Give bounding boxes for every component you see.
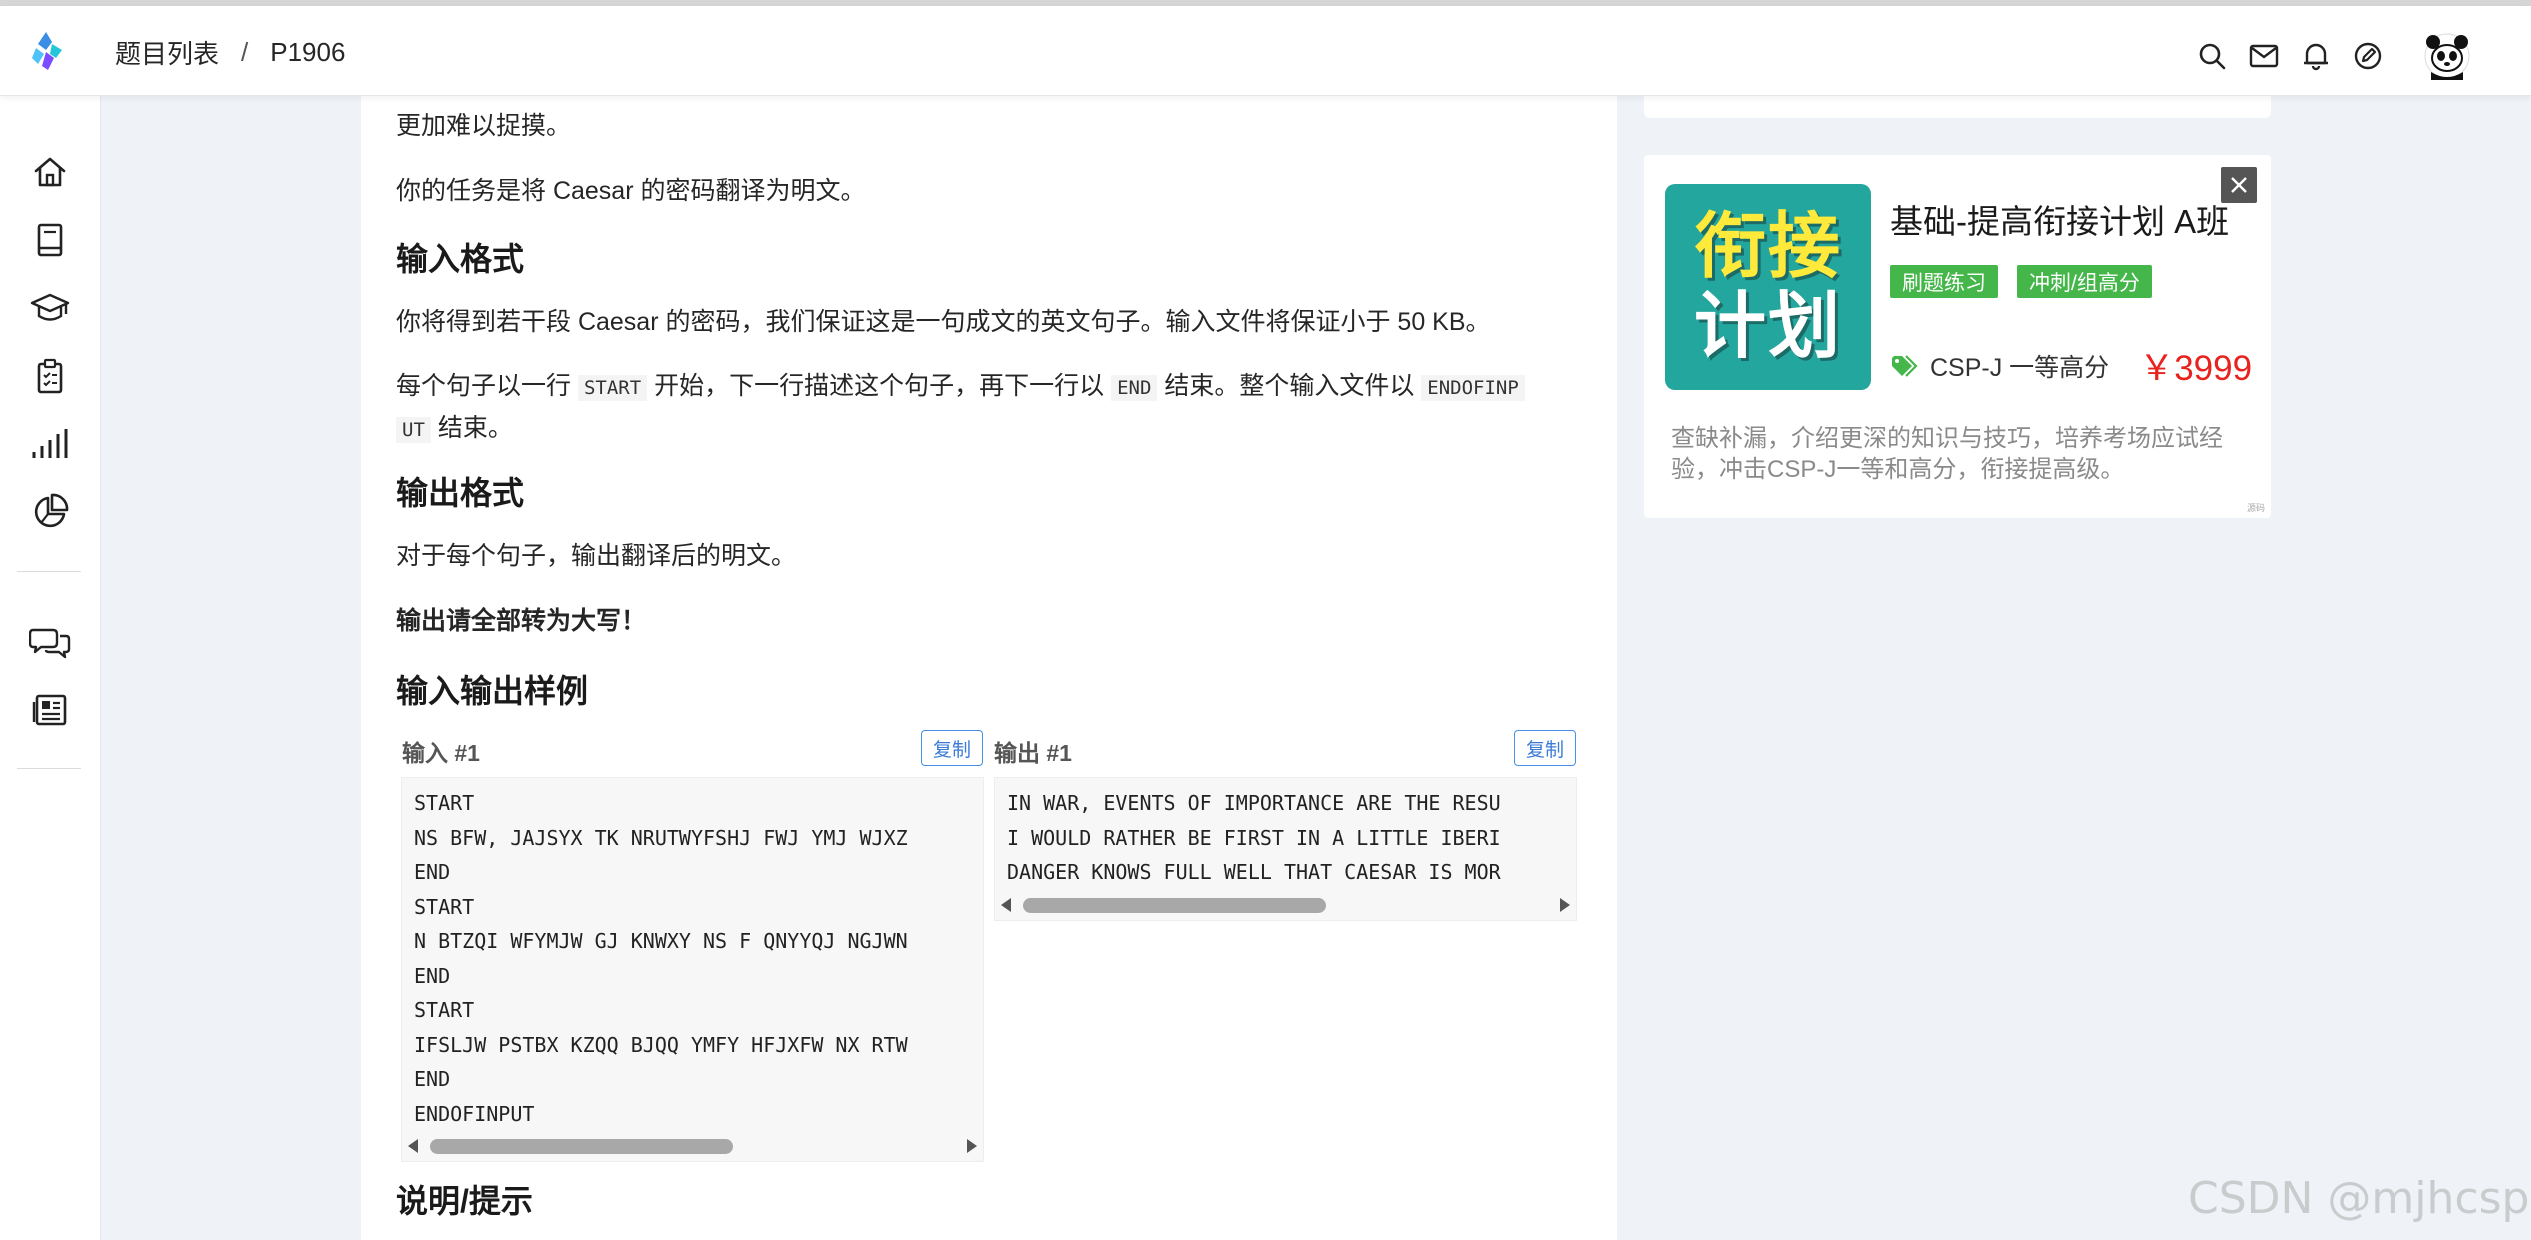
sample-output-text: IN WAR, EVENTS OF IMPORTANCE ARE THE RES… [1007,791,1501,884]
top-navbar: 题目列表 / P1906 [0,6,2531,96]
input-format-paragraph-1: 你将得到若干段 Caesar 的密码，我们保证这是一句成文的英文句子。输入文件将… [396,308,1491,336]
breadcrumb-problem-list[interactable]: 题目列表 [115,34,219,71]
breadcrumb-problem-id: P1906 [270,37,346,67]
ad-description: 查缺补漏，介绍更深的知识与技巧，培养考场应试经验，冲击CSP-J一等和高分，衔接… [1671,425,2223,483]
breadcrumb: 题目列表 / P1906 [115,34,345,71]
ad-tag-sprint: 冲刺/组高分 [2017,265,2152,298]
close-icon[interactable] [2221,167,2257,203]
code-endofinput-part1: ENDOFINP [1421,375,1525,401]
scroll-thumb[interactable] [1023,898,1326,913]
hint-heading: 说明/提示 [396,1183,533,1219]
right-card-bottom-edge [1644,96,2271,118]
breadcrumb-separator: / [241,37,249,67]
sample-input-label: 输入 #1 [402,740,480,766]
user-avatar[interactable] [2423,32,2471,80]
scroll-left-arrow[interactable] [408,1139,418,1153]
ad-subtitle: CSP-J 一等高分 [1930,353,2110,382]
signal-bars-icon[interactable] [28,422,72,466]
ad-price-row: CSP-J 一等高分 ￥3999 [1890,340,2252,391]
output-scrollbar[interactable] [995,890,1576,920]
code-end: END [1111,375,1158,401]
top-icons [2195,32,2471,80]
search-icon[interactable] [2195,39,2229,73]
code-start: START [577,375,648,401]
edit-icon[interactable] [2351,39,2385,73]
book-icon[interactable] [28,218,72,262]
sample-output-label: 输出 #1 [994,740,1072,766]
ad-image-line1: 衔接 [1693,207,1842,287]
task-paragraph: 你的任务是将 Caesar 的密码翻译为明文。 [396,177,866,205]
scroll-right-arrow[interactable] [1560,898,1570,912]
sample-input-text: START NS BFW, JAJSYX TK NRUTWYFSHJ FWJ Y… [414,791,908,1126]
logo-icon[interactable] [30,30,66,74]
clipboard-icon[interactable] [28,354,72,398]
newspaper-icon[interactable] [28,688,72,732]
sample-output-box[interactable]: IN WAR, EVENTS OF IMPORTANCE ARE THE RES… [994,777,1577,921]
ad-tag-practice: 刷题练习 [1890,265,1998,298]
input-scrollbar[interactable] [402,1131,983,1161]
uppercase-note: 输出请全部转为大写！ [396,607,647,635]
scroll-left-arrow[interactable] [1001,898,1011,912]
input-format-paragraph-2: 每个句子以一行 START 开始，下一行描述这个句子，再下一行以 END 结束。… [396,366,1586,450]
output-format-paragraph: 对于每个句子，输出翻译后的明文。 [396,542,797,570]
output-format-heading: 输出格式 [396,475,525,511]
scroll-thumb[interactable] [430,1139,733,1154]
home-icon[interactable] [28,150,72,194]
sidebar-divider [17,768,81,769]
sidebar-divider [17,571,81,572]
ad-source-label: 源码 [2246,503,2265,513]
tag-icon [1892,354,1918,377]
description-tail: 更加难以捉摸。 [396,112,572,140]
ad-image-line2: 计划 [1693,287,1842,367]
copy-output-button[interactable]: 复制 [1514,730,1576,766]
left-sidebar [0,96,101,1240]
pie-chart-icon[interactable] [28,490,72,534]
sample-input-box[interactable]: START NS BFW, JAJSYX TK NRUTWYFSHJ FWJ Y… [401,777,984,1162]
ad-card[interactable]: 衔接 计划 基础-提高衔接计划 A班 刷题练习 冲刺/组高分 CSP-J 一等高… [1644,155,2271,518]
copy-input-button[interactable]: 复制 [921,730,983,766]
ad-image[interactable]: 衔接 计划 [1665,184,1871,390]
ad-price: ￥3999 [2139,349,2253,388]
code-endofinput-part2: UT [396,417,431,443]
problem-content: 更加难以捉摸。 你的任务是将 Caesar 的密码翻译为明文。 输入格式 你将得… [361,96,1617,1240]
scroll-right-arrow[interactable] [967,1139,977,1153]
watermark: CSDN @mjhcsp [2188,1173,2530,1224]
ad-title[interactable]: 基础-提高衔接计划 A班 [1890,195,2229,243]
graduation-cap-icon[interactable] [28,286,72,330]
discussion-icon[interactable] [28,620,72,664]
mail-icon[interactable] [2247,39,2281,73]
input-format-heading: 输入格式 [396,241,525,277]
samples-heading: 输入输出样例 [396,673,589,709]
bell-icon[interactable] [2299,39,2333,73]
